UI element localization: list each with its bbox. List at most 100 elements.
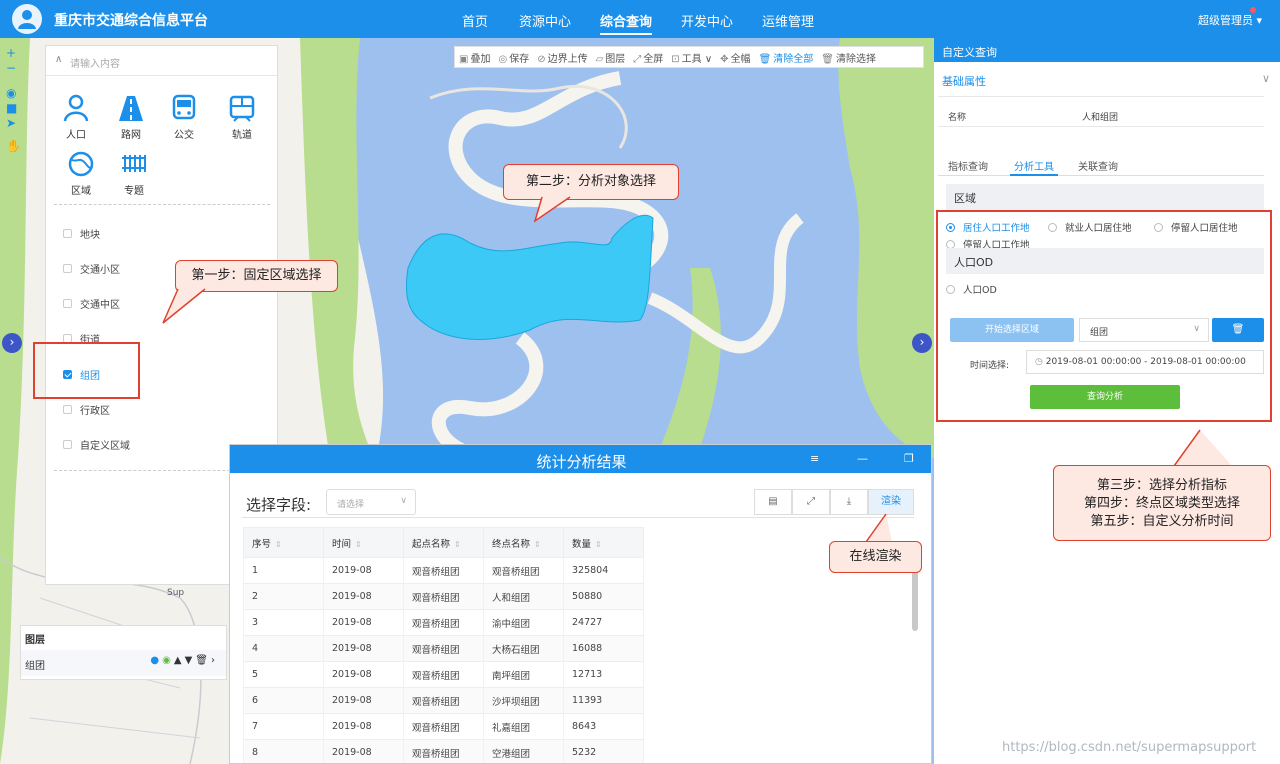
- column-header-time[interactable]: 时间 ⇕: [323, 527, 404, 558]
- checkbox[interactable]: [63, 299, 72, 308]
- pan-hand-icon[interactable]: ✋: [6, 139, 22, 154]
- square-tool-icon[interactable]: ■: [6, 101, 22, 116]
- table-row[interactable]: 5 2019-08 观音桥组团 南坪组团 12713: [243, 661, 644, 688]
- zoom-out-button[interactable]: −: [6, 61, 22, 76]
- move-up-icon[interactable]: ▲: [174, 655, 185, 666]
- nav-home[interactable]: 首页: [462, 11, 488, 30]
- toolbar-overlay[interactable]: ▣ 叠加: [459, 50, 490, 65]
- table-row[interactable]: 7 2019-08 观音桥组团 礼嘉组团 8643: [243, 713, 644, 740]
- toolbar-boundary-upload[interactable]: ⊘ 边界上传: [537, 50, 587, 65]
- category-road-network[interactable]: 路网: [109, 94, 153, 141]
- callout-step345: 第三步：选择分析指标 第四步：终点区域类型选择 第五步：自定义分析时间: [1053, 465, 1271, 541]
- watermark: https://blog.csdn.net/supermapsupport: [1002, 740, 1257, 755]
- column-header-index[interactable]: 序号 ⇕: [243, 527, 324, 558]
- checkbox[interactable]: [63, 229, 72, 238]
- divider: [938, 126, 1264, 127]
- name-value: 人和组团: [1082, 113, 1119, 123]
- nav-resource-center[interactable]: 资源中心: [519, 11, 571, 30]
- table-row[interactable]: 2 2019-08 观音桥组团 人和组团 50880: [243, 583, 644, 610]
- cell: 观音桥组团: [403, 661, 484, 688]
- nav-ops-management[interactable]: 运维管理: [762, 11, 814, 30]
- upload-icon: ⊘: [537, 53, 546, 65]
- field-select[interactable]: 请选择 ∨: [326, 489, 416, 515]
- category-rail[interactable]: 轨道: [220, 94, 264, 141]
- eye-icon[interactable]: ◉: [162, 655, 174, 666]
- tab-related-query[interactable]: 关联查询: [1078, 158, 1118, 173]
- restore-icon[interactable]: ❐: [904, 452, 914, 465]
- option-traffic-mid-zone[interactable]: 交通中区: [63, 296, 120, 311]
- cell: 人和组团: [483, 583, 564, 610]
- chevron-up-icon[interactable]: ∧: [55, 54, 62, 65]
- option-traffic-small-zone[interactable]: 交通小区: [63, 261, 120, 276]
- option-admin-district[interactable]: 行政区: [63, 402, 110, 417]
- app-title: 重庆市交通综合信息平台: [54, 13, 208, 29]
- nav-comprehensive-query[interactable]: 综合查询: [600, 11, 653, 35]
- chevron-down-icon[interactable]: ∨: [1262, 72, 1270, 85]
- toolbar-clear-all[interactable]: 🗑 清除全部: [759, 50, 814, 65]
- modal-header: 统计分析结果 ≡ — ❐: [230, 445, 931, 473]
- expand-left-panel-button[interactable]: ›: [2, 333, 22, 353]
- checkbox[interactable]: [63, 440, 72, 449]
- sort-icon[interactable]: ⇕: [595, 540, 602, 549]
- search-input[interactable]: ∧ 请输入内容: [46, 46, 277, 76]
- cell: 观音桥组团: [403, 557, 484, 584]
- column-header-count[interactable]: 数量 ⇕: [563, 527, 644, 558]
- callout-render-pointer: [864, 513, 892, 543]
- section-basic-properties[interactable]: 基础属性: [942, 73, 986, 89]
- expand-button[interactable]: ⤢: [792, 489, 830, 515]
- pointer-icon[interactable]: ➤: [6, 116, 22, 131]
- column-header-destination[interactable]: 终点名称 ⇕: [483, 527, 564, 558]
- checkbox[interactable]: [63, 405, 72, 414]
- table-row[interactable]: 6 2019-08 观音桥组团 沙坪坝组团 11393: [243, 687, 644, 714]
- category-region[interactable]: 区域: [59, 150, 103, 197]
- toolbar-full-extent[interactable]: ✥ 全幅: [720, 50, 750, 65]
- cell: 7: [243, 713, 324, 740]
- category-population[interactable]: 人口: [54, 94, 98, 141]
- table-row[interactable]: 1 2019-08 观音桥组团 观音桥组团 325804: [243, 557, 644, 584]
- toolbar-save[interactable]: ◎ 保存: [498, 50, 529, 65]
- toolbar-clear-selection[interactable]: 🗑 清除选择: [821, 50, 876, 65]
- cell: 8: [243, 739, 324, 763]
- category-bus[interactable]: 公交: [162, 94, 206, 141]
- toolbar-layers[interactable]: ▱ 图层: [596, 50, 626, 65]
- table-row[interactable]: 3 2019-08 观音桥组团 渝中组团 24727: [243, 609, 644, 636]
- column-header-origin[interactable]: 起点名称 ⇕: [403, 527, 484, 558]
- nav-dev-center[interactable]: 开发中心: [681, 11, 733, 30]
- minimize-icon[interactable]: —: [857, 452, 868, 465]
- locate-icon[interactable]: ◉: [6, 86, 22, 101]
- tab-indicator-query[interactable]: 指标查询: [948, 158, 988, 173]
- layer-row[interactable]: 组团 ●◉▲▼🗑›: [21, 650, 226, 676]
- map-toolbar: ▣ 叠加 ◎ 保存 ⊘ 边界上传 ▱ 图层 ⤢ 全屏 ⊡ 工具 ∨ ✥ 全幅 🗑 清除全部 🗑 清…: [454, 46, 924, 68]
- highlight-box-cluster: [33, 342, 140, 399]
- statistics-table: 序号 ⇕ 时间 ⇕ 起点名称 ⇕ 终点名称 ⇕ 数量 ⇕ 1 2019-08 观音桥组团 观音桥…: [243, 527, 644, 763]
- cell: 24727: [563, 609, 644, 636]
- zoom-in-button[interactable]: +: [6, 46, 22, 61]
- menu-icon[interactable]: ≡: [810, 452, 819, 465]
- export-doc-button[interactable]: ▤: [754, 489, 792, 515]
- cell: 2019-08: [323, 583, 404, 610]
- cell: 观音桥组团: [483, 557, 564, 584]
- user-menu[interactable]: 超级管理员 ▾: [1198, 7, 1262, 28]
- sort-icon[interactable]: ⇕: [275, 540, 282, 549]
- sort-icon[interactable]: ⇕: [454, 540, 461, 549]
- toolbar-tools[interactable]: ⊡ 工具 ∨: [671, 50, 712, 65]
- trash-icon[interactable]: 🗑: [195, 655, 211, 666]
- category-topic[interactable]: 专题: [112, 150, 156, 197]
- add-circle-icon[interactable]: ●: [150, 655, 162, 666]
- chevron-right-icon[interactable]: ›: [211, 655, 218, 666]
- table-row[interactable]: 4 2019-08 观音桥组团 大杨石组团 16088: [243, 635, 644, 662]
- table-row[interactable]: 8 2019-08 观音桥组团 空港组团 5232: [243, 739, 644, 763]
- checkbox[interactable]: [63, 264, 72, 273]
- cell: 8643: [563, 713, 644, 740]
- field-select-label: 选择字段:: [246, 496, 312, 514]
- expand-right-panel-button[interactable]: ›: [912, 333, 932, 353]
- sort-icon[interactable]: ⇕: [534, 540, 541, 549]
- sort-icon[interactable]: ⇕: [355, 540, 362, 549]
- cell: 1: [243, 557, 324, 584]
- tab-analysis-tools[interactable]: 分析工具: [1010, 158, 1058, 176]
- user-logo-icon: [12, 4, 42, 34]
- move-down-icon[interactable]: ▼: [185, 655, 196, 666]
- option-custom-region[interactable]: 自定义区域: [63, 437, 130, 452]
- option-land-parcel[interactable]: 地块: [63, 226, 100, 241]
- toolbar-fullscreen[interactable]: ⤢ 全屏: [633, 50, 663, 65]
